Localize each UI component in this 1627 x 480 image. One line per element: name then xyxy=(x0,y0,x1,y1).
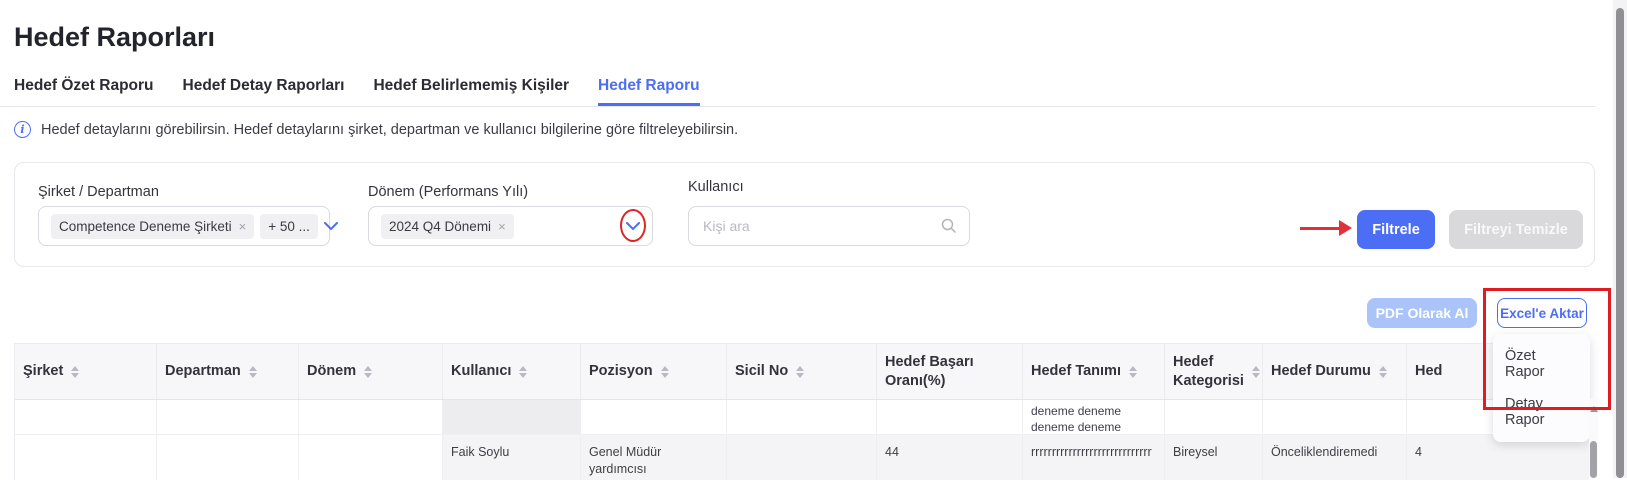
cell-sirket xyxy=(15,400,157,435)
cell-departman xyxy=(157,435,299,480)
pdf-export-button[interactable]: PDF Olarak Al xyxy=(1367,298,1477,328)
col-header-hedef-basari-orani[interactable]: Hedef Başarı Oranı(%) xyxy=(877,344,1023,399)
filter-button[interactable]: Filtrele xyxy=(1357,210,1435,249)
sort-icon[interactable] xyxy=(796,366,804,378)
sort-icon[interactable] xyxy=(249,366,257,378)
cell-pozisyon: Genel Müdür yardımcısı xyxy=(581,435,727,480)
selected-period-tag: 2024 Q4 Dönemi × xyxy=(381,214,514,239)
page-scrollbar-thumb[interactable] xyxy=(1616,8,1624,478)
cell-hedef-durumu xyxy=(1263,400,1407,435)
company-department-label: Şirket / Departman xyxy=(38,184,159,200)
cell-hedef-tanimi: deneme deneme deneme deneme xyxy=(1023,400,1165,435)
clear-filter-button[interactable]: Filtreyi Temizle xyxy=(1449,210,1583,249)
remove-period-tag-icon[interactable]: × xyxy=(498,219,506,234)
selected-company-tag: Competence Deneme Şirketi × xyxy=(51,214,254,239)
cell-hedef-durumu: Önceliklendiremedi xyxy=(1263,435,1407,480)
tab-hedef-detay-raporlari[interactable]: Hedef Detay Raporları xyxy=(183,77,345,106)
cell-kullanici xyxy=(443,400,581,435)
tab-hedef-raporu[interactable]: Hedef Raporu xyxy=(598,77,700,106)
tab-bar: Hedef Özet Raporu Hedef Detay Raporları … xyxy=(0,68,1595,107)
cell-pozisyon xyxy=(581,400,727,435)
col-header-hedef-durumu[interactable]: Hedef Durumu xyxy=(1263,344,1407,399)
sort-icon[interactable] xyxy=(1252,366,1260,378)
table-scrollbar[interactable] xyxy=(1589,399,1598,478)
sort-icon[interactable] xyxy=(1129,366,1137,378)
cell-hedef-basari-orani xyxy=(877,400,1023,435)
sort-icon[interactable] xyxy=(661,366,669,378)
table-row[interactable]: Faik Soylu Genel Müdür yardımcısı 44 rrr… xyxy=(15,435,1589,480)
cell-donem xyxy=(299,435,443,480)
col-header-departman[interactable]: Departman xyxy=(157,344,299,399)
annotation-arrow xyxy=(1300,227,1340,230)
info-icon: i xyxy=(14,121,31,138)
info-banner: i Hedef detaylarını görebilirsin. Hedef … xyxy=(14,121,738,138)
user-search-input[interactable] xyxy=(701,217,935,235)
col-header-kullanici[interactable]: Kullanıcı xyxy=(443,344,581,399)
period-select[interactable]: 2024 Q4 Dönemi × xyxy=(368,206,653,246)
col-header-hedef-kategorisi[interactable]: Hedef Kategorisi xyxy=(1165,344,1263,399)
cell-hedef-kategorisi xyxy=(1165,400,1263,435)
col-header-hedef-tanimi[interactable]: Hedef Tanımı xyxy=(1023,344,1165,399)
page-title: Hedef Raporları xyxy=(14,22,215,53)
sort-icon[interactable] xyxy=(1379,366,1387,378)
cell-sirket xyxy=(15,435,157,480)
user-search-box xyxy=(688,206,970,246)
col-header-sirket[interactable]: Şirket xyxy=(15,344,157,399)
chevron-down-icon[interactable] xyxy=(324,222,338,231)
table-row[interactable]: deneme deneme deneme deneme xyxy=(15,400,1589,435)
col-header-pozisyon[interactable]: Pozisyon xyxy=(581,344,727,399)
annotation-rectangle xyxy=(1483,288,1611,410)
col-header-sicil-no[interactable]: Sicil No xyxy=(727,344,877,399)
cell-donem xyxy=(299,400,443,435)
user-label: Kullanıcı xyxy=(688,179,744,195)
cell-kullanici: Faik Soylu xyxy=(443,435,581,480)
info-text: Hedef detaylarını görebilirsin. Hedef de… xyxy=(41,122,738,138)
table-scrollbar-thumb[interactable] xyxy=(1590,441,1597,478)
table-header-row: Şirket Departman Dönem Kullanıcı Pozisyo… xyxy=(15,343,1589,400)
annotation-arrow-head xyxy=(1339,220,1352,236)
page-scrollbar[interactable] xyxy=(1613,0,1627,478)
sort-icon[interactable] xyxy=(364,366,372,378)
cell-sicil-no xyxy=(727,435,877,480)
sort-icon[interactable] xyxy=(71,366,79,378)
cell-hedef-basari-orani: 44 xyxy=(877,435,1023,480)
annotation-ellipse xyxy=(620,209,646,242)
cell-sicil-no xyxy=(727,400,877,435)
col-header-donem[interactable]: Dönem xyxy=(299,344,443,399)
goals-table: Şirket Departman Dönem Kullanıcı Pozisyo… xyxy=(14,343,1589,480)
period-label: Dönem (Performans Yılı) xyxy=(368,184,528,200)
tab-hedef-ozet-raporu[interactable]: Hedef Özet Raporu xyxy=(14,77,154,106)
cell-departman xyxy=(157,400,299,435)
cell-hedef-kategorisi: Bireysel xyxy=(1165,435,1263,480)
tab-hedef-belirlememis-kisiler[interactable]: Hedef Belirlememiş Kişiler xyxy=(373,77,569,106)
sort-icon[interactable] xyxy=(519,366,527,378)
company-department-multiselect[interactable]: Competence Deneme Şirketi × + 50 ... xyxy=(38,206,330,246)
search-icon xyxy=(941,218,957,234)
cell-hedef-tanimi: rrrrrrrrrrrrrrrrrrrrrrrrrrrrr xyxy=(1023,435,1165,480)
remove-company-tag-icon[interactable]: × xyxy=(239,219,247,234)
more-companies-tag: + 50 ... xyxy=(260,214,318,239)
